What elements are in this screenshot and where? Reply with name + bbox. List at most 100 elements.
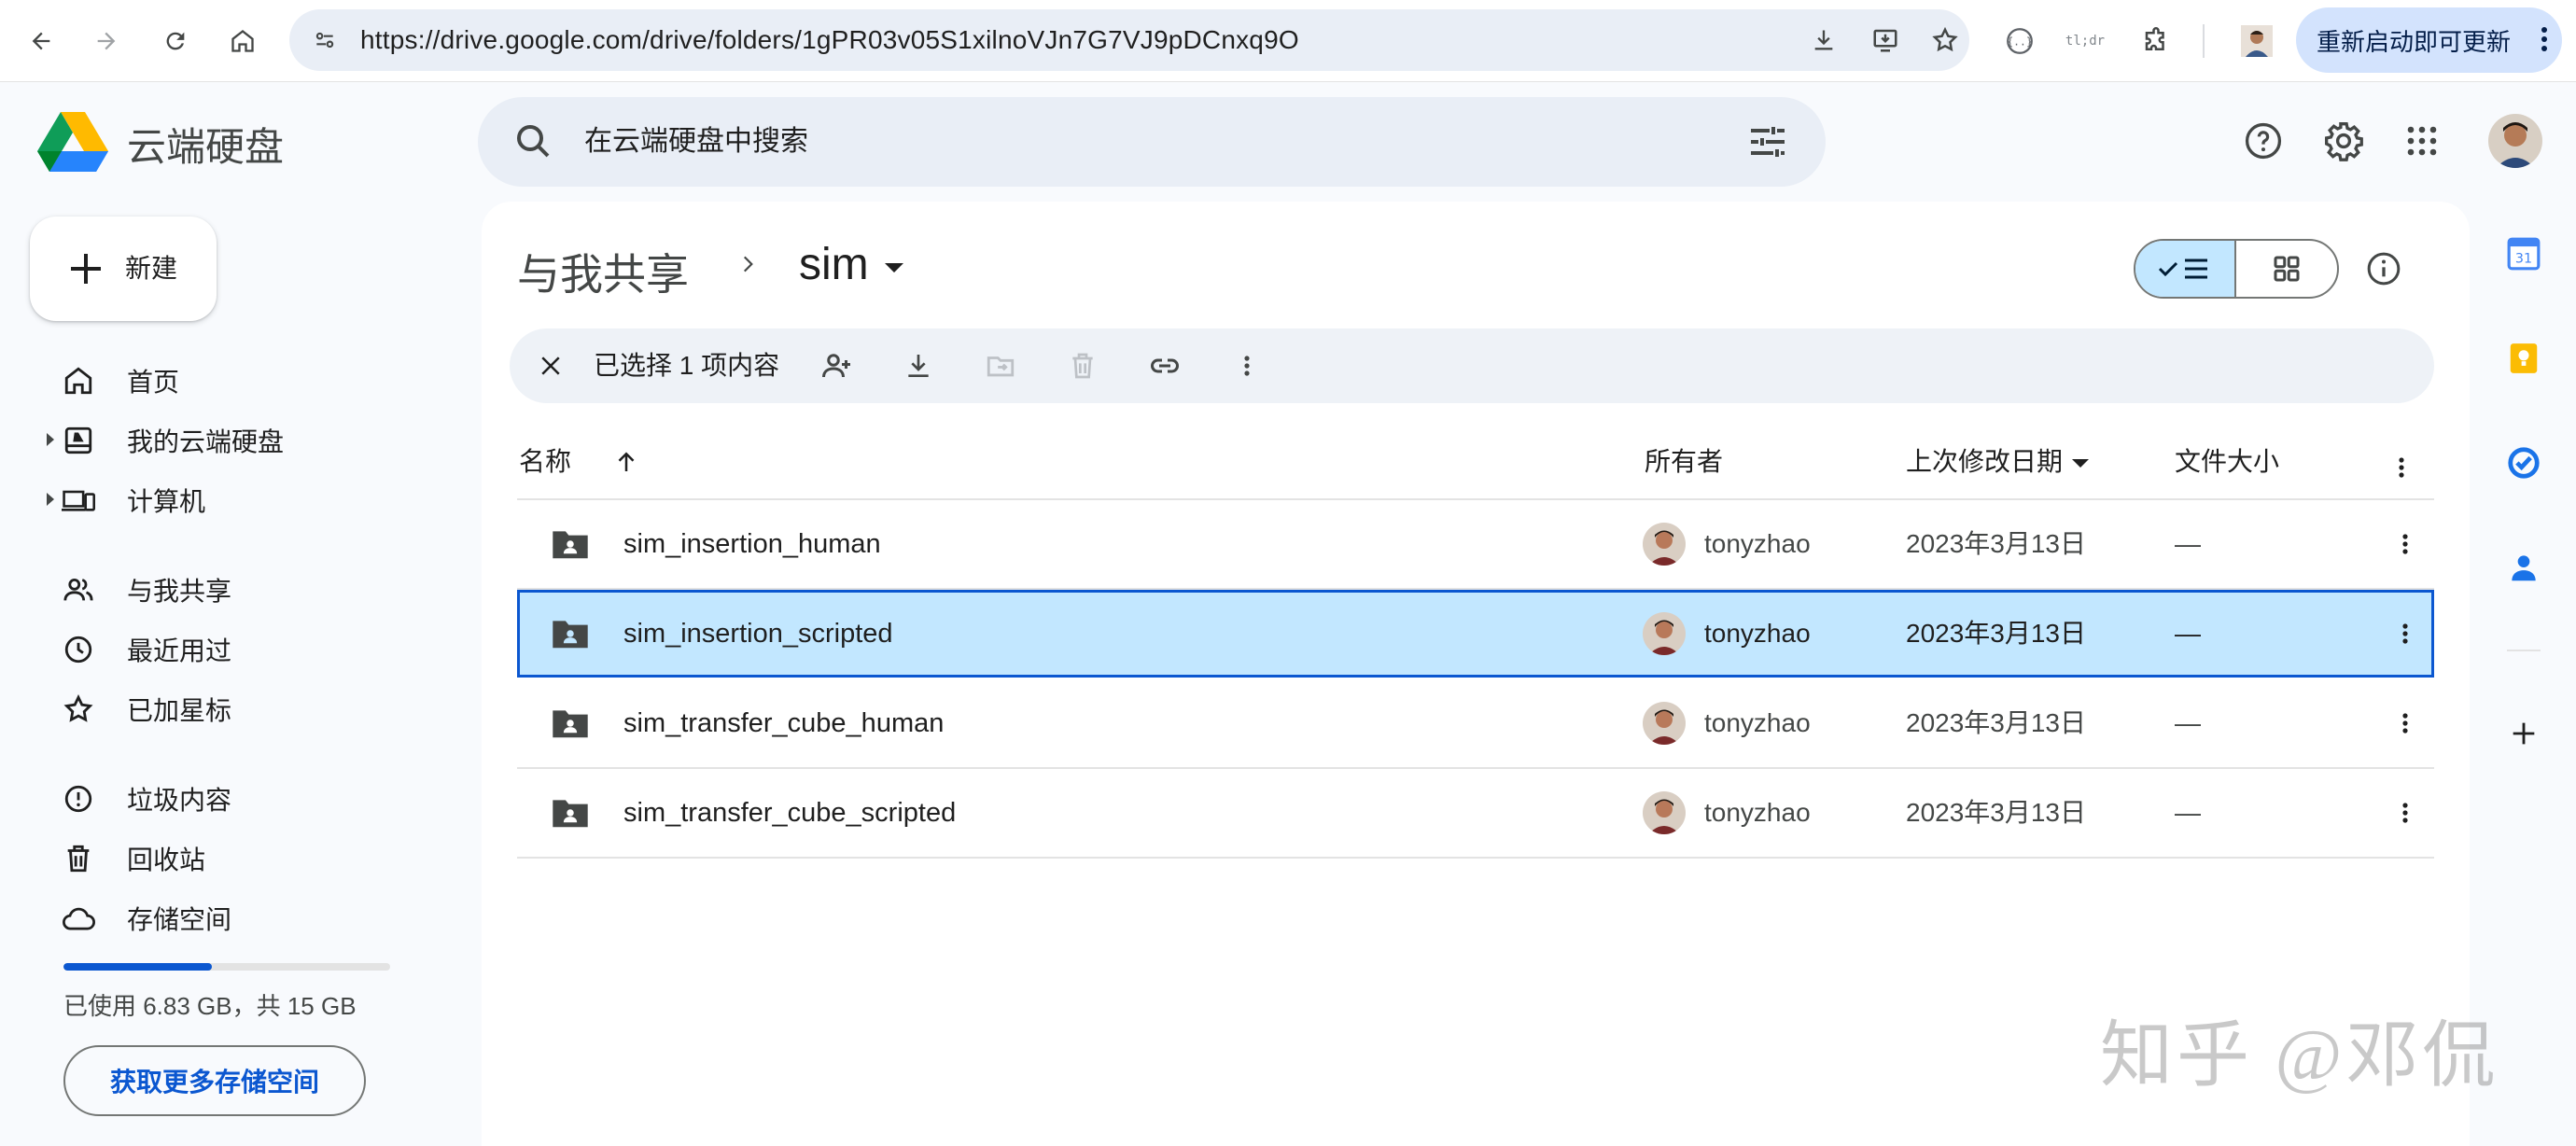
table-row-selected[interactable]: sim_insertion_scripted tonyzhao 2023年3月1… — [517, 590, 2434, 678]
side-panel-divider — [2507, 650, 2541, 651]
back-button[interactable] — [19, 19, 63, 63]
relaunch-update-button[interactable]: 重新启动即可更新 — [2296, 7, 2562, 73]
clear-selection-close-icon[interactable] — [528, 343, 573, 388]
sidebar-item-home[interactable]: 首页 — [37, 353, 448, 409]
chrome-menu-icon[interactable] — [2540, 21, 2549, 58]
contacts-icon[interactable] — [2501, 545, 2546, 590]
breadcrumb-current[interactable]: sim — [799, 239, 869, 290]
sidebar-item-my-drive[interactable]: 我的云端硬盘 — [37, 412, 448, 468]
sidebar-item-label: 我的云端硬盘 — [127, 427, 285, 456]
column-header-modified[interactable]: 上次修改日期 — [1906, 439, 2063, 485]
profile-avatar[interactable] — [2234, 19, 2279, 63]
help-icon[interactable] — [2238, 116, 2289, 166]
add-addon-plus-icon[interactable] — [2501, 711, 2546, 756]
sidebar-item-storage[interactable]: 存储空间 — [37, 890, 448, 946]
new-button[interactable]: 新建 — [30, 217, 217, 321]
watermark-text: 知乎 @邓侃 — [2100, 1014, 2499, 1096]
sidebar-item-spam[interactable]: 垃圾内容 — [37, 771, 448, 827]
owner-avatar — [1643, 791, 1686, 834]
owner-avatar — [1643, 523, 1686, 566]
storage-progress-fill — [63, 963, 213, 971]
owner-name: tonyzhao — [1704, 798, 1811, 827]
account-avatar[interactable] — [2488, 114, 2542, 168]
address-bar[interactable]: https://drive.google.com/drive/folders/1… — [289, 9, 1969, 71]
search-input[interactable]: 在云端硬盘中搜索 — [584, 97, 808, 187]
storage-usage-text: 已使用 6.83 GB，共 15 GB — [63, 992, 357, 1020]
search-options-icon[interactable] — [1745, 119, 1790, 164]
drive-logo-icon[interactable] — [37, 110, 108, 174]
forward-button[interactable] — [84, 19, 129, 63]
get-more-storage-button[interactable]: 获取更多存储空间 — [63, 1045, 366, 1116]
file-name[interactable]: sim_insertion_human — [623, 500, 881, 588]
shared-folder-icon — [551, 528, 590, 560]
column-options-more-icon[interactable] — [2380, 446, 2423, 489]
calendar-icon[interactable]: 31 — [2501, 231, 2546, 276]
row-more-actions-icon[interactable] — [2384, 791, 2427, 834]
more-actions-icon[interactable] — [1225, 343, 1269, 388]
grid-view-button[interactable] — [2236, 241, 2337, 297]
extension-tldr-icon[interactable]: tl;dr — [2063, 19, 2107, 63]
extensions-puzzle-icon[interactable] — [2134, 19, 2178, 63]
modified-sort-caret-icon[interactable] — [2072, 459, 2089, 468]
column-header-owner[interactable]: 所有者 — [1645, 439, 1723, 485]
toolbar-divider — [2203, 24, 2205, 58]
copy-link-icon[interactable] — [1142, 343, 1187, 388]
download-icon[interactable] — [1801, 18, 1846, 63]
app-title[interactable]: 云端硬盘 — [127, 116, 284, 173]
sort-ascending-arrow-icon[interactable] — [612, 448, 640, 476]
row-more-actions-icon[interactable] — [2384, 702, 2427, 745]
sidebar-item-trash[interactable]: 回收站 — [37, 831, 448, 887]
expand-caret-icon[interactable] — [47, 433, 54, 446]
tasks-icon[interactable] — [2501, 440, 2546, 485]
file-name[interactable]: sim_transfer_cube_human — [623, 679, 944, 767]
breadcrumb-chevron-icon — [735, 252, 760, 276]
file-name[interactable]: sim_insertion_scripted — [623, 593, 893, 675]
extension-code-icon[interactable]: {..} — [1997, 19, 2042, 63]
computers-icon — [62, 483, 95, 517]
settings-gear-icon[interactable] — [2318, 116, 2369, 166]
list-view-button[interactable] — [2135, 241, 2237, 297]
owner-name: tonyzhao — [1704, 708, 1811, 737]
column-header-name[interactable]: 名称 — [519, 439, 571, 485]
owner-name: tonyzhao — [1704, 619, 1811, 648]
spam-icon — [62, 782, 95, 816]
file-size: — — [2175, 798, 2201, 827]
home-button[interactable] — [220, 19, 265, 63]
search-icon[interactable] — [511, 119, 556, 164]
row-more-actions-icon[interactable] — [2384, 523, 2427, 566]
folder-menu-caret-icon[interactable] — [885, 263, 903, 273]
bookmark-star-icon[interactable] — [1923, 18, 1967, 63]
owner-name: tonyzhao — [1704, 529, 1811, 558]
delete-trash-icon — [1060, 343, 1105, 388]
sidebar-item-label: 回收站 — [127, 846, 206, 874]
row-more-actions-icon[interactable] — [2384, 612, 2427, 655]
table-row[interactable]: sim_insertion_human tonyzhao 2023年3月13日 … — [517, 500, 2434, 590]
table-row[interactable]: sim_transfer_cube_scripted tonyzhao 2023… — [517, 769, 2434, 859]
breadcrumb-root[interactable]: 与我共享 — [517, 241, 689, 302]
view-toggle[interactable] — [2134, 239, 2339, 299]
sidebar-item-label: 已加星标 — [127, 696, 232, 725]
file-name[interactable]: sim_transfer_cube_scripted — [623, 769, 956, 857]
details-info-icon[interactable] — [2358, 243, 2410, 295]
install-app-icon[interactable] — [1863, 18, 1908, 63]
sidebar-item-computers[interactable]: 计算机 — [37, 472, 448, 528]
selection-count: 已选择 1 项内容 — [594, 351, 780, 380]
shared-icon — [62, 573, 95, 607]
modified-date: 2023年3月13日 — [1906, 798, 2087, 827]
expand-caret-icon[interactable] — [47, 493, 54, 506]
modified-date: 2023年3月13日 — [1906, 708, 2087, 737]
download-selected-icon[interactable] — [896, 343, 941, 388]
reload-button[interactable] — [153, 19, 198, 63]
table-row[interactable]: sim_transfer_cube_human tonyzhao 2023年3月… — [517, 679, 2434, 769]
sidebar-item-recent[interactable]: 最近用过 — [37, 622, 448, 678]
search-bar[interactable]: 在云端硬盘中搜索 — [478, 97, 1826, 187]
update-button-label: 重新启动即可更新 — [2317, 27, 2512, 56]
share-add-person-icon[interactable] — [814, 343, 859, 388]
sidebar-item-shared[interactable]: 与我共享 — [37, 562, 448, 618]
column-header-size[interactable]: 文件大小 — [2175, 439, 2279, 485]
sidebar-item-starred[interactable]: 已加星标 — [37, 681, 448, 737]
site-info-icon[interactable] — [302, 18, 347, 63]
apps-grid-icon[interactable] — [2397, 116, 2447, 166]
url-text[interactable]: https://drive.google.com/drive/folders/1… — [360, 9, 1299, 71]
keep-icon[interactable] — [2501, 336, 2546, 381]
